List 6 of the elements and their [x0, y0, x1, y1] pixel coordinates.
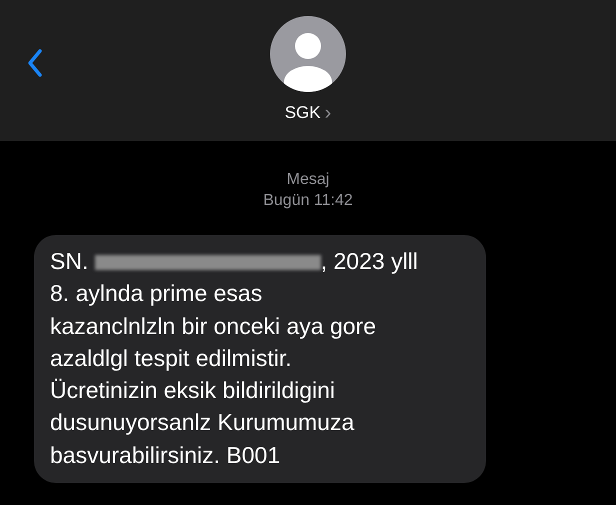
contact-name[interactable]: SGK	[284, 100, 321, 126]
message-bubble: SN. , 2023 ylll 8. aylnda prime esas kazanclnlzln bir onceki aya gore azaldlgl tespit edilmistir. Ücretinizin eksik bildirildigini dusunuyorsanlz Kurumumuza basvurabilirsiniz. B001	[34, 235, 486, 484]
timestamp: Bugün 11:42	[263, 191, 353, 211]
avatar-icon[interactable]	[270, 16, 346, 92]
service-label: Mesaj	[286, 170, 330, 190]
chevron-icon[interactable]: ›	[324, 102, 332, 123]
